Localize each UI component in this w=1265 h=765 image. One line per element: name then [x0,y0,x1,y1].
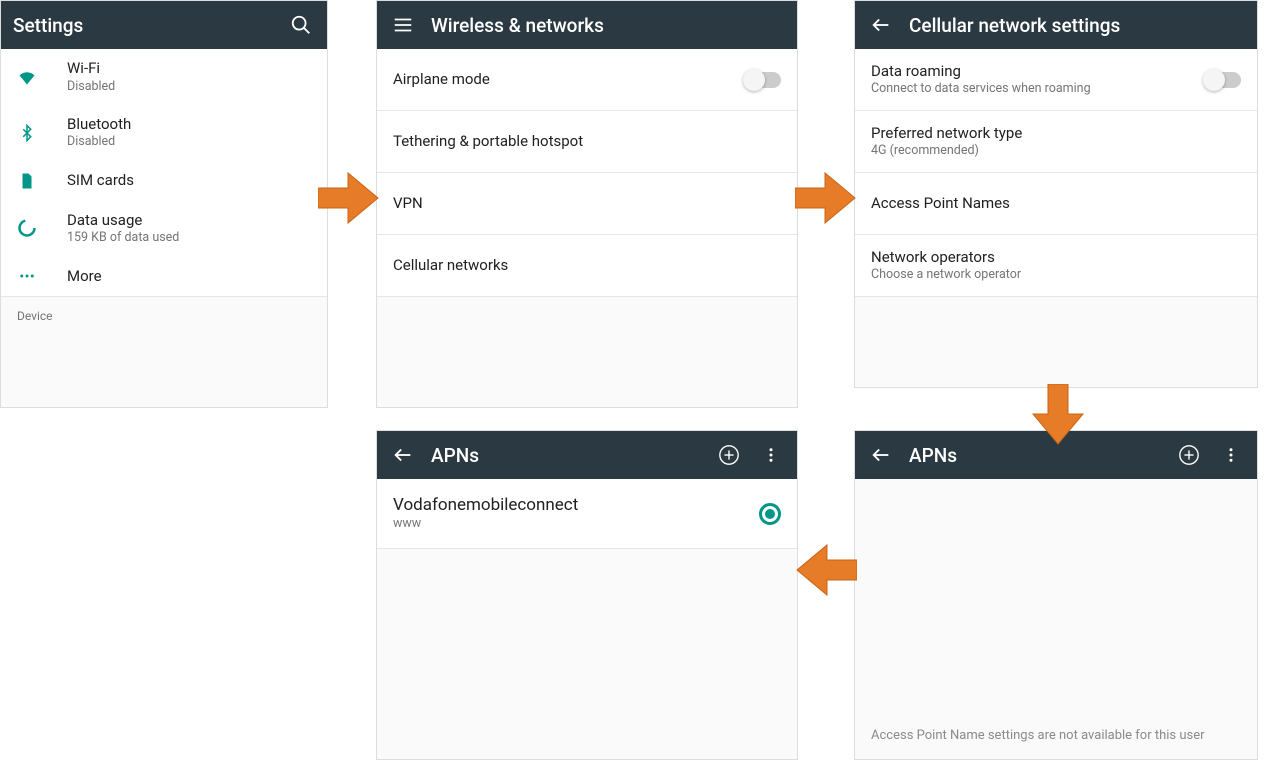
settings-item-sim[interactable]: SIM cards [1,161,327,201]
cellular-label: Cellular networks [393,256,781,276]
flow-arrow-right-icon [318,168,380,228]
settings-list: Wi-Fi Disabled Bluetooth Disabled SIM ca… [1,49,327,296]
back-icon[interactable] [867,11,895,39]
roaming-sub: Connect to data services when roaming [871,81,1181,97]
overflow-icon[interactable] [1217,441,1245,469]
vpn-label: VPN [393,194,781,214]
airplane-toggle[interactable] [745,72,781,88]
apn-empty-message: Access Point Name settings are not avail… [855,728,1257,753]
apn-entry-sub: www [393,516,735,532]
operators-label: Network operators [871,248,1241,268]
back-icon[interactable] [867,441,895,469]
airplane-item[interactable]: Airplane mode [377,49,797,111]
settings-toolbar: Settings [1,1,327,49]
overflow-icon[interactable] [757,441,785,469]
pref-network-item[interactable]: Preferred network type 4G (recommended) [855,111,1257,173]
roaming-label: Data roaming [871,62,1181,82]
settings-screen: Settings Wi-Fi Disabled Bluetooth Disabl… [0,0,328,408]
cellular-item[interactable]: Cellular networks [377,235,797,297]
apn-radio[interactable] [759,503,781,525]
cellular-settings-screen: Cellular network settings Data roaming C… [854,0,1258,388]
operators-item[interactable]: Network operators Choose a network opera… [855,235,1257,297]
apns-empty-title: APNs [909,444,957,467]
wifi-icon [17,67,37,87]
apns-list-screen: APNs Vodafonemobileconnect www [376,430,798,760]
flow-arrow-right-icon [795,168,857,228]
cellular-title: Cellular network settings [909,14,1120,37]
apns-list-toolbar: APNs [377,431,797,479]
settings-item-wifi[interactable]: Wi-Fi Disabled [1,49,327,105]
device-section-label: Device [1,296,327,327]
bluetooth-icon [17,123,37,143]
airplane-label: Airplane mode [393,70,721,90]
tethering-label: Tethering & portable hotspot [393,132,781,152]
settings-item-more[interactable]: More [1,256,327,296]
apn-entry-label: Vodafonemobileconnect [393,494,735,516]
vpn-item[interactable]: VPN [377,173,797,235]
tethering-item[interactable]: Tethering & portable hotspot [377,111,797,173]
operators-sub: Choose a network operator [871,267,1241,283]
back-icon[interactable] [389,441,417,469]
bluetooth-sub: Disabled [67,134,311,150]
apn-entry-item[interactable]: Vodafonemobileconnect www [377,479,797,549]
apn-item[interactable]: Access Point Names [855,173,1257,235]
wireless-screen: Wireless & networks Airplane mode Tether… [376,0,798,408]
sim-icon [17,171,37,191]
apns-empty-screen: APNs Access Point Name settings are not … [854,430,1258,760]
data-sub: 159 KB of data used [67,230,311,246]
wifi-sub: Disabled [67,79,311,95]
settings-title: Settings [13,14,83,37]
wifi-label: Wi-Fi [67,59,311,79]
settings-item-bluetooth[interactable]: Bluetooth Disabled [1,105,327,161]
menu-icon[interactable] [389,11,417,39]
add-icon[interactable] [715,441,743,469]
bluetooth-label: Bluetooth [67,115,311,135]
flow-arrow-left-icon [795,540,857,600]
data-label: Data usage [67,211,311,231]
roaming-toggle[interactable] [1205,72,1241,88]
add-icon[interactable] [1175,441,1203,469]
more-label: More [67,267,311,287]
pref-network-label: Preferred network type [871,124,1241,144]
pref-network-sub: 4G (recommended) [871,143,1241,159]
wireless-toolbar: Wireless & networks [377,1,797,49]
roaming-item[interactable]: Data roaming Connect to data services wh… [855,49,1257,111]
flow-arrow-down-icon [1028,384,1088,446]
apn-label: Access Point Names [871,194,1241,214]
search-icon[interactable] [287,11,315,39]
settings-item-data[interactable]: Data usage 159 KB of data used [1,201,327,257]
cellular-toolbar: Cellular network settings [855,1,1257,49]
apns-list-title: APNs [431,444,479,467]
sim-label: SIM cards [67,171,311,191]
data-icon [17,218,37,238]
wireless-title: Wireless & networks [431,14,604,37]
more-icon [17,266,37,286]
